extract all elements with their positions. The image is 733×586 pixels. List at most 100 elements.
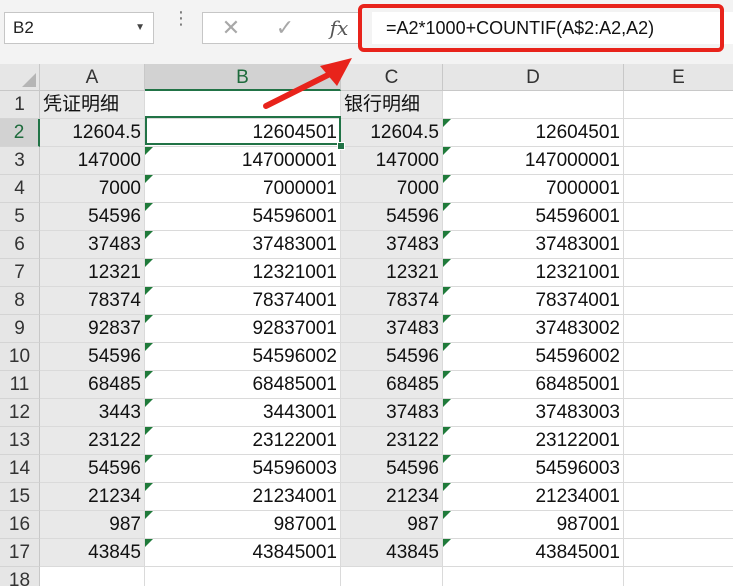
cell-d10[interactable]: 54596002 [443, 343, 624, 371]
cell-d11[interactable]: 68485001 [443, 371, 624, 399]
cell-e18[interactable] [624, 567, 733, 586]
cell-e5[interactable] [624, 203, 733, 231]
cell-c7[interactable]: 12321 [341, 259, 443, 287]
cell-b1[interactable] [145, 91, 341, 119]
cell-d3[interactable]: 147000001 [443, 147, 624, 175]
row-header-2[interactable]: 2 [0, 119, 40, 147]
cell-c3[interactable]: 147000 [341, 147, 443, 175]
name-box[interactable]: B2 ▼ [4, 12, 154, 44]
cell-d15[interactable]: 21234001 [443, 483, 624, 511]
cell-b14[interactable]: 54596003 [145, 455, 341, 483]
cell-a13[interactable]: 23122 [40, 427, 145, 455]
row-header-3[interactable]: 3 [0, 147, 40, 175]
column-header-d[interactable]: D [443, 64, 624, 91]
cell-c6[interactable]: 37483 [341, 231, 443, 259]
cell-c17[interactable]: 43845 [341, 539, 443, 567]
cell-d5[interactable]: 54596001 [443, 203, 624, 231]
cell-e9[interactable] [624, 315, 733, 343]
cell-c11[interactable]: 68485 [341, 371, 443, 399]
cell-e3[interactable] [624, 147, 733, 175]
cell-d18[interactable] [443, 567, 624, 586]
fill-handle[interactable] [337, 142, 345, 150]
cell-c4[interactable]: 7000 [341, 175, 443, 203]
cell-d17[interactable]: 43845001 [443, 539, 624, 567]
cell-e16[interactable] [624, 511, 733, 539]
cell-c15[interactable]: 21234 [341, 483, 443, 511]
cell-b10[interactable]: 54596002 [145, 343, 341, 371]
cell-a18[interactable] [40, 567, 145, 586]
cell-c1[interactable]: 银行明细 [341, 91, 443, 119]
column-header-c[interactable]: C [341, 64, 443, 91]
chevron-down-icon[interactable]: ▼ [135, 13, 145, 43]
row-header-6[interactable]: 6 [0, 231, 40, 259]
row-header-8[interactable]: 8 [0, 287, 40, 315]
row-header-16[interactable]: 16 [0, 511, 40, 539]
row-header-15[interactable]: 15 [0, 483, 40, 511]
cell-c9[interactable]: 37483 [341, 315, 443, 343]
cell-c13[interactable]: 23122 [341, 427, 443, 455]
cell-a2[interactable]: 12604.5 [40, 119, 145, 147]
row-header-18[interactable]: 18 [0, 567, 40, 586]
cell-b3[interactable]: 147000001 [145, 147, 341, 175]
cell-d8[interactable]: 78374001 [443, 287, 624, 315]
cell-c18[interactable] [341, 567, 443, 586]
cell-b12[interactable]: 3443001 [145, 399, 341, 427]
column-header-a[interactable]: A [40, 64, 145, 91]
row-header-9[interactable]: 9 [0, 315, 40, 343]
row-header-17[interactable]: 17 [0, 539, 40, 567]
cell-e7[interactable] [624, 259, 733, 287]
cell-e12[interactable] [624, 399, 733, 427]
cell-e2[interactable] [624, 119, 733, 147]
row-header-4[interactable]: 4 [0, 175, 40, 203]
row-header-7[interactable]: 7 [0, 259, 40, 287]
cell-e11[interactable] [624, 371, 733, 399]
cell-a10[interactable]: 54596 [40, 343, 145, 371]
cell-b5[interactable]: 54596001 [145, 203, 341, 231]
row-header-12[interactable]: 12 [0, 399, 40, 427]
cell-a4[interactable]: 7000 [40, 175, 145, 203]
cell-e14[interactable] [624, 455, 733, 483]
cell-d16[interactable]: 987001 [443, 511, 624, 539]
column-header-b[interactable]: B [145, 64, 341, 91]
cell-b13[interactable]: 23122001 [145, 427, 341, 455]
cell-c5[interactable]: 54596 [341, 203, 443, 231]
cell-e6[interactable] [624, 231, 733, 259]
cell-b18[interactable] [145, 567, 341, 586]
cell-c10[interactable]: 54596 [341, 343, 443, 371]
cell-d9[interactable]: 37483002 [443, 315, 624, 343]
cell-a6[interactable]: 37483 [40, 231, 145, 259]
cell-a15[interactable]: 21234 [40, 483, 145, 511]
row-header-10[interactable]: 10 [0, 343, 40, 371]
row-header-14[interactable]: 14 [0, 455, 40, 483]
cell-d13[interactable]: 23122001 [443, 427, 624, 455]
cell-b8[interactable]: 78374001 [145, 287, 341, 315]
cell-c14[interactable]: 54596 [341, 455, 443, 483]
cell-e17[interactable] [624, 539, 733, 567]
row-header-11[interactable]: 11 [0, 371, 40, 399]
row-header-13[interactable]: 13 [0, 427, 40, 455]
cell-b4[interactable]: 7000001 [145, 175, 341, 203]
cell-a7[interactable]: 12321 [40, 259, 145, 287]
cell-a12[interactable]: 3443 [40, 399, 145, 427]
cell-b11[interactable]: 68485001 [145, 371, 341, 399]
row-header-1[interactable]: 1 [0, 91, 40, 119]
cell-a1[interactable]: 凭证明细 [40, 91, 145, 119]
cell-b7[interactable]: 12321001 [145, 259, 341, 287]
cell-a8[interactable]: 78374 [40, 287, 145, 315]
cell-d7[interactable]: 12321001 [443, 259, 624, 287]
cell-d6[interactable]: 37483001 [443, 231, 624, 259]
column-header-e[interactable]: E [624, 64, 733, 91]
close-icon[interactable]: ✕ [211, 13, 251, 43]
cell-a16[interactable]: 987 [40, 511, 145, 539]
cell-a11[interactable]: 68485 [40, 371, 145, 399]
cell-e1[interactable] [624, 91, 733, 119]
cell-d2[interactable]: 12604501 [443, 119, 624, 147]
check-icon[interactable]: ✓ [265, 13, 305, 43]
cell-e8[interactable] [624, 287, 733, 315]
cell-a14[interactable]: 54596 [40, 455, 145, 483]
cell-b2[interactable]: 12604501 [145, 119, 341, 147]
cell-d14[interactable]: 54596003 [443, 455, 624, 483]
select-all-corner[interactable] [0, 64, 40, 91]
insert-function-button[interactable]: fx [319, 13, 359, 43]
cell-b16[interactable]: 987001 [145, 511, 341, 539]
